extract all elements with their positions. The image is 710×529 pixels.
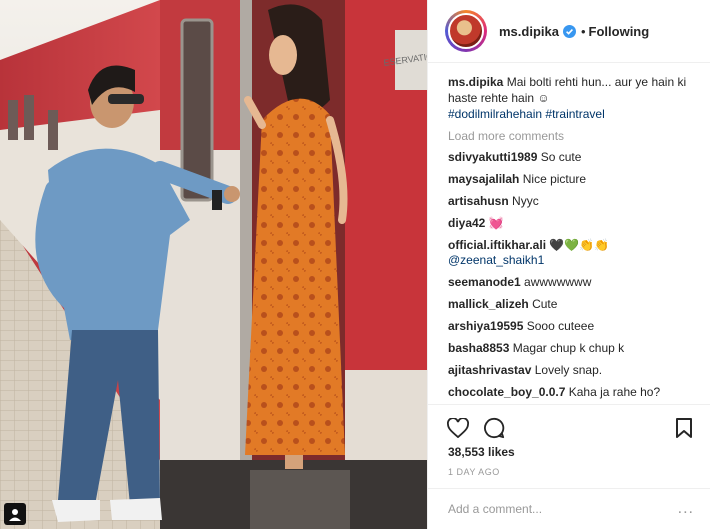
header-separator: • — [580, 23, 586, 39]
add-comment-input[interactable] — [448, 502, 678, 516]
caption-username[interactable]: ms.dipika — [448, 75, 503, 89]
post-photo[interactable]: ESERVATION — [0, 0, 427, 529]
comment-item: official.iftikhar.ali 🖤💚👏👏 @zeenat_shaikh… — [448, 238, 694, 268]
comment-username[interactable]: artisahusn — [448, 194, 509, 208]
caption-hashtags[interactable]: #dodilmilrahehain #traintravel — [448, 106, 694, 122]
comment-username[interactable]: official.iftikhar.ali — [448, 238, 546, 252]
comment-text: Sooo cuteee — [526, 319, 595, 333]
avatar-image — [448, 13, 484, 49]
owner-avatar[interactable] — [445, 10, 487, 52]
post-side-panel: ms.dipika • Following ms.dipika Mai bolt… — [427, 0, 710, 529]
like-button[interactable] — [446, 416, 470, 440]
comment-bubble-icon — [484, 417, 505, 438]
comment-text: Nice picture — [522, 172, 587, 186]
heart-icon — [447, 417, 469, 438]
train-couple-photo: ESERVATION — [0, 0, 427, 529]
comment-item: diya42 💓 — [448, 216, 694, 231]
comment-username[interactable]: ajitashrivastav — [448, 363, 531, 377]
comment-username[interactable]: basha8853 — [448, 341, 509, 355]
more-options-icon[interactable]: ... — [678, 500, 694, 518]
comment-text: So cute — [540, 150, 582, 164]
comment-text: awwwwwww — [524, 275, 592, 289]
comment-item: ajitashrivastav Lovely snap. — [448, 363, 694, 378]
user-tag-icon[interactable] — [4, 503, 26, 525]
bookmark-icon — [676, 417, 692, 438]
comment-item: arshiya19595 Sooo cuteee — [448, 319, 694, 334]
comment-text: Nyyc — [512, 194, 539, 208]
comment-button[interactable] — [482, 416, 506, 440]
save-button[interactable] — [672, 416, 696, 440]
comment-item: seemanode1 awwwwwww — [448, 275, 694, 290]
comment-item: artisahusn Nyyc — [448, 194, 694, 209]
comment-text: 🖤💚👏👏 — [549, 238, 610, 252]
comment-username[interactable]: diya42 — [448, 216, 485, 230]
comment-username[interactable]: sdivyakutti1989 — [448, 150, 537, 164]
comment-item: maysajalilah Nice picture — [448, 172, 694, 187]
caption: ms.dipika Mai bolti rehti hun... aur ye … — [448, 74, 694, 122]
comment-username[interactable]: maysajalilah — [448, 172, 519, 186]
comment-username[interactable]: arshiya19595 — [448, 319, 523, 333]
comment-text: Magar chup k chup k — [512, 341, 625, 355]
post-header: ms.dipika • Following — [428, 0, 710, 63]
comment-text: Lovely snap. — [534, 363, 603, 377]
likes-count[interactable]: 38,553 likes — [448, 445, 515, 459]
comment-item: sdivyakutti1989 So cute — [448, 150, 694, 165]
comment-username[interactable]: chocolate_boy_0.0.7 — [448, 385, 565, 399]
comment-text: 💓 — [488, 216, 504, 230]
post-timestamp[interactable]: 1 DAY AGO — [448, 467, 500, 477]
comment-item: mallick_alizeh Cute — [448, 297, 694, 312]
action-bar — [428, 404, 710, 450]
comments-list[interactable]: ms.dipika Mai bolti rehti hun... aur ye … — [428, 64, 710, 404]
verified-badge-icon — [562, 24, 576, 38]
comment-text: Kaha ja rahe ho? — [568, 385, 661, 399]
following-button[interactable]: Following — [589, 24, 650, 39]
owner-username[interactable]: ms.dipika — [499, 24, 559, 39]
comment-username[interactable]: mallick_alizeh — [448, 297, 529, 311]
comment-mention[interactable]: @zeenat_shaikh1 — [448, 253, 694, 268]
comment-item: chocolate_boy_0.0.7 Kaha ja rahe ho? — [448, 385, 694, 400]
comment-username[interactable]: seemanode1 — [448, 275, 521, 289]
load-more-comments-button[interactable]: Load more comments — [448, 129, 694, 143]
comment-item: basha8853 Magar chup k chup k — [448, 341, 694, 356]
comment-text: Cute — [532, 297, 558, 311]
add-comment-bar: ... — [428, 488, 710, 529]
